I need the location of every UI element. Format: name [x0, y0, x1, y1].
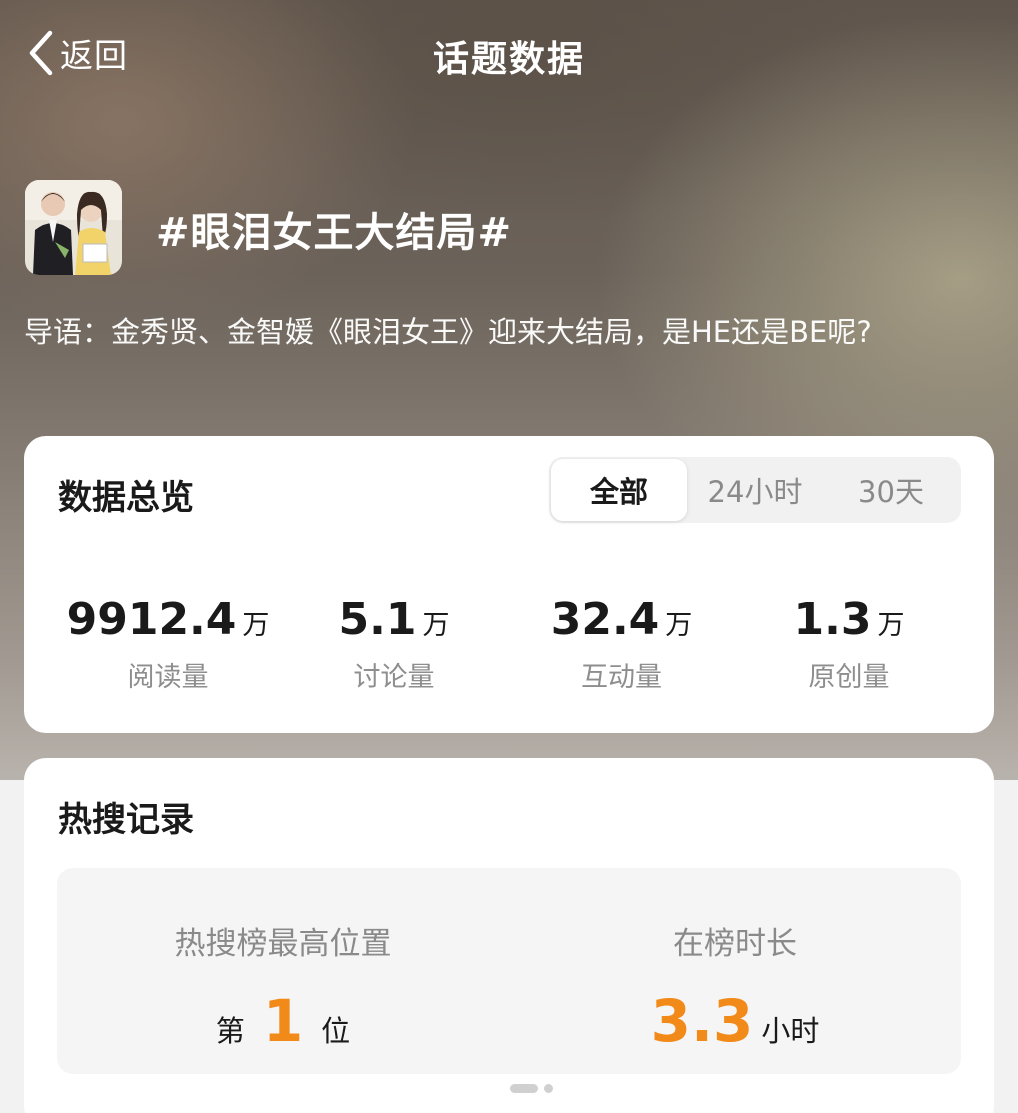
stat-value: 9912.4: [66, 594, 237, 645]
hot-search-box: 热搜榜最高位置 第 1 位 在榜时长 3.3 小时: [57, 868, 961, 1074]
stat-value: 32.4: [550, 594, 660, 645]
overview-title: 数据总览: [58, 478, 194, 518]
tab-30d[interactable]: 30天: [823, 459, 959, 521]
stat-label: 互动量: [581, 662, 662, 693]
stat-unit: 万: [877, 610, 905, 641]
stat-unit: 万: [665, 610, 693, 641]
tab-24h[interactable]: 24小时: [687, 459, 823, 521]
topic-title: #眼泪女王大结局#: [156, 210, 513, 256]
stats-row: 9912.4 万 阅读量 5.1 万 讨论量 32.4 万 互动量 1.3 万 原创量: [24, 594, 994, 694]
rank-suffix: 位: [321, 1014, 351, 1048]
time-range-tabs: 全部 24小时 30天: [549, 457, 961, 523]
duration-value: 3.3: [650, 987, 754, 1055]
duration-unit: 小时: [761, 1014, 820, 1048]
stat-value: 5.1: [338, 594, 417, 645]
page-indicator: [510, 1084, 553, 1093]
hot-duration: 在榜时长 3.3 小时: [509, 868, 961, 1055]
stat-originals: 1.3 万 原创量: [779, 594, 919, 694]
stat-discussions: 5.1 万 讨论量: [324, 594, 464, 694]
stat-unit: 万: [242, 610, 270, 641]
hot-search-card: 热搜记录 热搜榜最高位置 第 1 位 在榜时长 3.3 小时: [24, 758, 994, 1113]
duration-label: 在榜时长: [673, 926, 797, 962]
topic-intro: 导语：金秀贤、金智媛《眼泪女王》迎来大结局，是HE还是BE呢?: [24, 315, 872, 349]
overview-card: 数据总览 全部 24小时 30天 9912.4 万 阅读量 5.1 万 讨论量 32…: [24, 436, 994, 733]
stat-unit: 万: [422, 610, 450, 641]
stat-label: 原创量: [808, 662, 890, 693]
page-dot-active: [510, 1084, 538, 1093]
page-title: 话题数据: [432, 39, 585, 80]
rank-value: 1: [262, 987, 304, 1055]
stat-reads: 9912.4 万 阅读量: [58, 594, 278, 694]
hot-search-title: 热搜记录: [58, 800, 194, 840]
rank-label: 热搜榜最高位置: [174, 926, 392, 962]
stat-label: 讨论量: [353, 662, 435, 693]
hot-rank: 热搜榜最高位置 第 1 位: [57, 868, 509, 1055]
rank-prefix: 第: [215, 1014, 245, 1048]
page-dot: [544, 1084, 553, 1093]
stat-label: 阅读量: [127, 662, 209, 693]
tab-all[interactable]: 全部: [551, 459, 687, 521]
stat-interactions: 32.4 万 互动量: [539, 594, 704, 694]
stat-value: 1.3: [793, 594, 872, 645]
topic-thumbnail: [25, 180, 122, 275]
